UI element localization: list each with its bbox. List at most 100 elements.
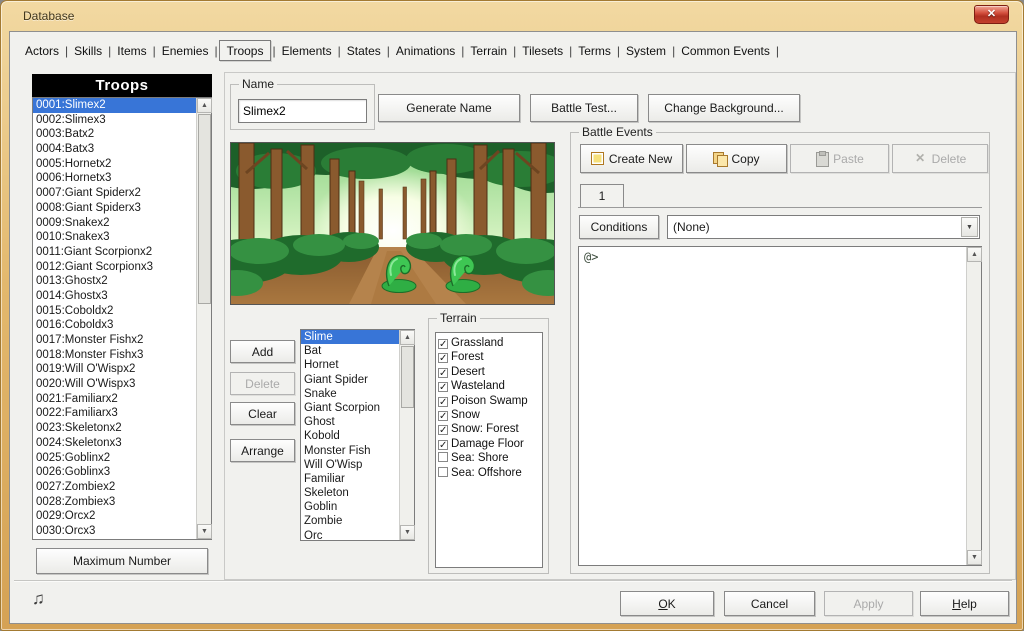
enemy-list-item[interactable]: Will O'Wisp bbox=[301, 458, 399, 472]
terrain-option[interactable]: ✓Snow: Forest bbox=[438, 421, 542, 435]
tab-tilesets[interactable]: Tilesets bbox=[517, 40, 568, 61]
troops-list-item[interactable]: 0005:Hornetx2 bbox=[33, 157, 196, 172]
chevron-down-icon[interactable]: ▼ bbox=[961, 217, 978, 237]
arrange-members-button[interactable]: Arrange bbox=[230, 439, 295, 462]
tab-states[interactable]: States bbox=[342, 40, 386, 61]
tab-common-events[interactable]: Common Events bbox=[676, 40, 775, 61]
terrain-option[interactable]: ✓Desert bbox=[438, 364, 542, 378]
clear-members-button[interactable]: Clear bbox=[230, 402, 295, 425]
create-new-button[interactable]: Create New bbox=[580, 144, 683, 173]
troops-list-item[interactable]: 0014:Ghostx3 bbox=[33, 289, 196, 304]
troops-list-item[interactable]: 0017:Monster Fishx2 bbox=[33, 333, 196, 348]
close-button[interactable]: ✕ bbox=[974, 5, 1009, 24]
troops-list-item[interactable]: 0011:Giant Scorpionx2 bbox=[33, 245, 196, 260]
delete-member-button[interactable]: Delete bbox=[230, 372, 295, 395]
scroll-down-icon[interactable]: ▼ bbox=[197, 524, 212, 539]
enemy-list-item[interactable]: Hornet bbox=[301, 358, 399, 372]
tab-elements[interactable]: Elements bbox=[277, 40, 337, 61]
titlebar[interactable]: Database ✕ bbox=[1, 1, 1023, 31]
enemy-list-item[interactable]: Familiar bbox=[301, 472, 399, 486]
apply-button[interactable]: Apply bbox=[824, 591, 913, 616]
enemy-list-item[interactable]: Orc bbox=[301, 529, 399, 540]
troops-listbox[interactable]: 0001:Slimex20002:Slimex30003:Batx20004:B… bbox=[32, 97, 212, 540]
enemy-list-item[interactable]: Giant Spider bbox=[301, 373, 399, 387]
troops-list-item[interactable]: 0018:Monster Fishx3 bbox=[33, 348, 196, 363]
troops-list-item[interactable]: 0030:Orcx3 bbox=[33, 524, 196, 539]
event-command-list[interactable]: @> ▲ ▼ bbox=[578, 246, 982, 566]
tab-system[interactable]: System bbox=[621, 40, 671, 61]
troops-list-item[interactable]: 0001:Slimex2 bbox=[33, 98, 196, 113]
troops-list-item[interactable]: 0023:Skeletonx2 bbox=[33, 421, 196, 436]
tab-troops[interactable]: Troops bbox=[219, 40, 272, 61]
troops-list-item[interactable]: 0027:Zombiex2 bbox=[33, 480, 196, 495]
troops-list-item[interactable]: 0003:Batx2 bbox=[33, 127, 196, 142]
cancel-button[interactable]: Cancel bbox=[724, 591, 815, 616]
troops-list-item[interactable]: 0026:Goblinx3 bbox=[33, 465, 196, 480]
troops-list-item[interactable]: 0024:Skeletonx3 bbox=[33, 436, 196, 451]
troops-list-item[interactable]: 0007:Giant Spiderx2 bbox=[33, 186, 196, 201]
scrollbar-thumb[interactable] bbox=[198, 114, 211, 304]
conditions-combobox[interactable]: (None) ▼ bbox=[667, 215, 980, 239]
copy-button[interactable]: Copy bbox=[686, 144, 787, 173]
scroll-up-icon[interactable]: ▲ bbox=[197, 98, 212, 113]
troops-list-item[interactable]: 0021:Familiarx2 bbox=[33, 392, 196, 407]
tab-terrain[interactable]: Terrain bbox=[465, 40, 512, 61]
troops-list-item[interactable]: 0002:Slimex3 bbox=[33, 113, 196, 128]
troops-list-item[interactable]: 0015:Coboldx2 bbox=[33, 304, 196, 319]
scroll-down-icon[interactable]: ▼ bbox=[400, 525, 415, 540]
add-member-button[interactable]: Add bbox=[230, 340, 295, 363]
tab-items[interactable]: Items bbox=[112, 40, 151, 61]
change-background-button[interactable]: Change Background... bbox=[648, 94, 800, 122]
generate-name-button[interactable]: Generate Name bbox=[378, 94, 520, 122]
troops-scrollbar[interactable]: ▲ ▼ bbox=[196, 98, 211, 539]
help-button[interactable]: Help bbox=[920, 591, 1009, 616]
enemy-list-item[interactable]: Goblin bbox=[301, 500, 399, 514]
enemy-list-item[interactable]: Bat bbox=[301, 344, 399, 358]
tab-actors[interactable]: Actors bbox=[20, 40, 64, 61]
ok-button[interactable]: OK bbox=[620, 591, 714, 616]
terrain-option[interactable]: ✓Grassland bbox=[438, 335, 542, 349]
troops-list-item[interactable]: 0029:Orcx2 bbox=[33, 509, 196, 524]
troops-list-item[interactable]: 0010:Snakex3 bbox=[33, 230, 196, 245]
battle-test-button[interactable]: Battle Test... bbox=[530, 94, 638, 122]
scroll-down-icon[interactable]: ▼ bbox=[967, 550, 982, 565]
terrain-option[interactable]: ✓Poison Swamp bbox=[438, 393, 542, 407]
conditions-button[interactable]: Conditions bbox=[579, 215, 659, 239]
enemy-list-item[interactable]: Skeleton bbox=[301, 486, 399, 500]
enemy-listbox[interactable]: SlimeBatHornetGiant SpiderSnakeGiant Sco… bbox=[300, 329, 415, 541]
event-page-tab-1[interactable]: 1 bbox=[580, 184, 624, 207]
troops-list-item[interactable]: 0022:Familiarx3 bbox=[33, 406, 196, 421]
delete-event-button[interactable]: ✕ Delete bbox=[892, 144, 988, 173]
troops-list-item[interactable]: 0012:Giant Scorpionx3 bbox=[33, 260, 196, 275]
enemy-list-item[interactable]: Monster Fish bbox=[301, 444, 399, 458]
tab-terms[interactable]: Terms bbox=[573, 40, 616, 61]
tab-skills[interactable]: Skills bbox=[69, 40, 107, 61]
troop-name-input[interactable] bbox=[238, 99, 367, 123]
troops-list-item[interactable]: 0009:Snakex2 bbox=[33, 216, 196, 231]
scroll-up-icon[interactable]: ▲ bbox=[400, 330, 415, 345]
event-command-prompt[interactable]: @> bbox=[579, 247, 966, 264]
terrain-option[interactable]: ✓Damage Floor bbox=[438, 436, 542, 450]
terrain-option[interactable]: ✓Snow bbox=[438, 407, 542, 421]
troops-list-item[interactable]: 0020:Will O'Wispx3 bbox=[33, 377, 196, 392]
troops-list-item[interactable]: 0025:Goblinx2 bbox=[33, 451, 196, 466]
enemy-list-item[interactable]: Snake bbox=[301, 387, 399, 401]
enemy-list-item[interactable]: Zombie bbox=[301, 514, 399, 528]
enemy-scrollbar[interactable]: ▲ ▼ bbox=[399, 330, 414, 540]
terrain-option[interactable]: ✓Wasteland bbox=[438, 378, 542, 392]
terrain-option[interactable]: Sea: Offshore bbox=[438, 465, 542, 479]
troops-list-item[interactable]: 0016:Coboldx3 bbox=[33, 318, 196, 333]
enemy-list-item[interactable]: Giant Scorpion bbox=[301, 401, 399, 415]
terrain-option[interactable]: ✓Forest bbox=[438, 349, 542, 363]
enemy-list-item[interactable]: Kobold bbox=[301, 429, 399, 443]
troops-list-item[interactable]: 0008:Giant Spiderx3 bbox=[33, 201, 196, 216]
paste-button[interactable]: Paste bbox=[790, 144, 889, 173]
troops-list-item[interactable]: 0013:Ghostx2 bbox=[33, 274, 196, 289]
enemy-list-item[interactable]: Ghost bbox=[301, 415, 399, 429]
maximum-number-button[interactable]: Maximum Number bbox=[36, 548, 208, 574]
terrain-option[interactable]: Sea: Shore bbox=[438, 450, 542, 464]
scrollbar-thumb[interactable] bbox=[401, 346, 414, 408]
tab-animations[interactable]: Animations bbox=[391, 40, 460, 61]
enemy-list-item[interactable]: Slime bbox=[301, 330, 399, 344]
troops-list-item[interactable]: 0019:Will O'Wispx2 bbox=[33, 362, 196, 377]
